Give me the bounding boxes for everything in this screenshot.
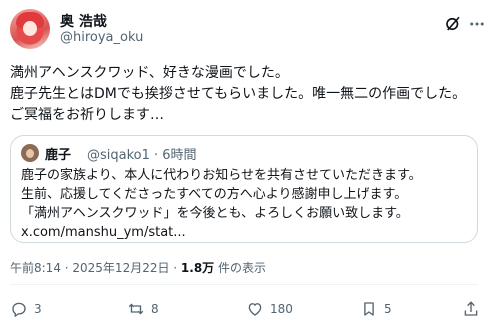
bookmark-icon: [364, 302, 374, 316]
quote-line: 鹿子の家族より、本人に代わりお知らせを共有させていただきます。: [21, 168, 422, 183]
reply-count: 3: [34, 302, 42, 316]
share-button[interactable]: [462, 298, 480, 320]
author-display-name[interactable]: 奥 浩哉: [60, 11, 107, 31]
divider: [10, 284, 478, 285]
like-count: 180: [270, 302, 293, 316]
share-icon: [464, 301, 478, 316]
avatar-face: [23, 21, 37, 36]
heart-icon: [248, 303, 262, 316]
author-avatar[interactable]: [10, 9, 50, 49]
bookmark-count: 5: [384, 302, 392, 316]
view-count-label: 件の表示: [214, 261, 267, 275]
quote-body: 鹿子の家族より、本人に代わりお知らせを共有させていただきます。 生前、応援してく…: [21, 166, 469, 242]
quote-author-avatar: [21, 144, 39, 162]
reply-icon: [12, 302, 26, 317]
quote-line: 生前、応援してくださったすべての方へ心より感謝申し上げます。: [21, 187, 408, 202]
tweet-line: 鹿子先生とはDMでも挨拶させてもらいました。唯一無二の作画でした。: [10, 86, 467, 102]
author-handle[interactable]: @hiroya_oku: [60, 30, 143, 45]
quote-avatar-face: [26, 149, 34, 158]
repost-button[interactable]: 8: [127, 298, 159, 320]
quote-line: 「満州アヘンスクワッド」を今後とも、よろしくお願い致します。: [21, 206, 409, 221]
tweet-line: 満州アヘンスクワッド、好きな漫画でした。: [10, 65, 289, 81]
bookmark-button[interactable]: 5: [360, 298, 392, 320]
quote-author-meta: @siqako1 · 6時間: [87, 148, 197, 163]
repost-icon: [128, 303, 144, 315]
tweet-line: ご冥福をお祈りします…: [10, 107, 164, 123]
tweet-text: 満州アヘンスクワッド、好きな漫画でした。 鹿子先生とはDMでも挨拶させてもらいま…: [10, 63, 480, 126]
timestamp-time[interactable]: 午前8:14 · 2025年12月22日 ·: [10, 261, 181, 275]
like-button[interactable]: 180: [246, 298, 293, 320]
reply-button[interactable]: 3: [10, 298, 42, 320]
tweet-timestamp: 午前8:14 · 2025年12月22日 · 1.8万 件の表示: [10, 259, 266, 276]
more-icon[interactable]: [468, 15, 486, 33]
view-count: 1.8万: [180, 261, 215, 275]
repost-count: 8: [151, 302, 159, 316]
grok-icon[interactable]: [444, 15, 462, 33]
tweet-header: 奥 浩哉 @hiroya_oku: [10, 9, 484, 51]
quoted-tweet[interactable]: 鹿子 @siqako1 · 6時間 鹿子の家族より、本人に代わりお知らせを共有さ…: [10, 135, 478, 243]
quote-author-name: 鹿子: [45, 148, 72, 163]
quote-link[interactable]: x.com/manshu_ym/stat...: [21, 223, 469, 242]
action-bar: 3 8 180 5: [10, 298, 480, 320]
